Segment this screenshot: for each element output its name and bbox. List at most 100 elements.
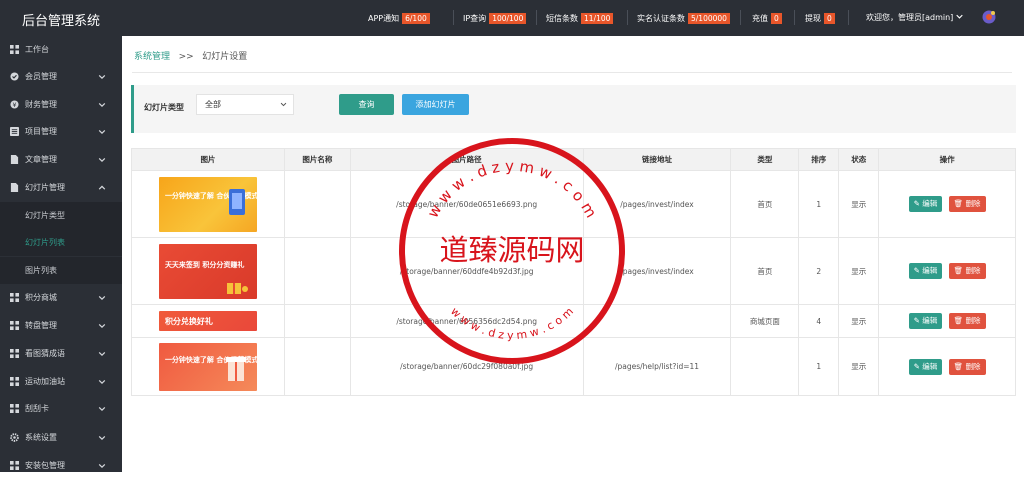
delete-button[interactable]: 🗑 删除 <box>948 358 986 375</box>
sidebar-item-finance[interactable]: ¥ 财务管理 <box>0 91 122 118</box>
chevron-down-icon <box>98 351 106 356</box>
edit-button[interactable]: ✎ 编辑 <box>908 263 943 279</box>
status-cell: 显示 <box>838 170 880 238</box>
type-cell: 商城页面 <box>730 304 800 338</box>
delete-button[interactable]: 🗑 删除 <box>948 313 986 329</box>
grid-icon <box>10 293 19 302</box>
table-row: 积分兑换好礼 /storage/banner/6056356dc2d54.png… <box>131 304 1016 338</box>
globe-icon[interactable] <box>981 9 997 25</box>
breadcrumb-current: 幻灯片设置 <box>202 52 248 62</box>
add-slide-button[interactable]: 添加幻灯片 <box>402 94 469 115</box>
stat-ip-query[interactable]: IP查询 100/100 <box>463 12 527 24</box>
stat-badge: 0 <box>824 12 835 24</box>
image-path-cell: /storage/banner/60de0651e6693.png <box>349 170 584 238</box>
divider <box>848 10 849 25</box>
stat-recharge[interactable]: 充值 0 <box>752 12 782 24</box>
stat-withdraw[interactable]: 提现 0 <box>805 12 835 24</box>
chevron-up-icon <box>98 185 106 190</box>
slide-type-select[interactable]: 全部 <box>196 94 294 115</box>
sidebar-item-projects[interactable]: 项目管理 <box>0 118 122 145</box>
column-header: 图片名称 <box>283 148 351 171</box>
divider <box>794 10 795 25</box>
actions-cell: ✎ 编辑 🗑 删除 <box>878 237 1016 305</box>
stat-badge: 11/100 <box>581 12 614 24</box>
sidebar-item-articles[interactable]: 文章管理 <box>0 146 122 173</box>
banner-thumbnail[interactable]: 一分钟快速了解 合伙经营模式 <box>158 176 257 232</box>
divider <box>453 10 454 25</box>
stat-sms[interactable]: 短信条数 11/100 <box>546 12 614 24</box>
sidebar-item-idiom-game[interactable]: 看图猜成语 <box>0 340 122 367</box>
image-path-cell: /storage/banner/60ddfe4b92d3f.jpg <box>349 237 584 305</box>
chevron-down-icon <box>98 74 106 79</box>
sidebar-item-sports-station[interactable]: 运动加油站 <box>0 368 122 395</box>
delete-button[interactable]: 🗑 删除 <box>948 263 986 279</box>
banner-thumbnail[interactable]: 积分兑换好礼 <box>158 311 257 331</box>
image-name-cell <box>283 237 351 305</box>
user-menu[interactable]: 欢迎您，管理员[admin] <box>866 12 963 23</box>
dashboard-icon <box>10 45 19 54</box>
actions-cell: ✎ 编辑 🗑 删除 <box>878 304 1016 338</box>
sidebar-item-settings[interactable]: 系统设置 <box>0 424 122 451</box>
sidebar-item-wheel[interactable]: 转盘管理 <box>0 312 122 339</box>
type-cell: 首页 <box>730 170 800 238</box>
stat-realname[interactable]: 实名认证条数 5/100000 <box>637 12 730 24</box>
image-name-cell <box>283 337 351 396</box>
edit-button[interactable]: ✎ 编辑 <box>908 358 943 375</box>
gift-illustration <box>226 282 248 294</box>
sidebar-subitem-image-list[interactable]: 图片列表 <box>0 257 122 284</box>
table-header-row: 图片 图片名称 图片路径 链接地址 类型 排序 状态 操作 <box>131 148 1016 171</box>
gift-illustration <box>225 356 246 381</box>
breadcrumb-parent[interactable]: 系统管理 <box>134 52 170 62</box>
chevron-down-icon <box>98 435 106 440</box>
sidebar-item-dashboard[interactable]: 工作台 <box>0 36 122 63</box>
column-header: 链接地址 <box>582 148 732 171</box>
file-icon <box>10 155 19 164</box>
main-content: 系统管理 >> 幻灯片设置 幻灯片类型 全部 查询 添加幻灯片 图片 图片名称 … <box>122 36 1024 472</box>
image-name-cell <box>283 170 351 238</box>
status-cell: 显示 <box>838 237 880 305</box>
banner-thumbnail[interactable]: 一分钟快速了解 合伙经营模式 <box>158 342 257 391</box>
divider <box>132 72 1012 73</box>
column-header: 状态 <box>838 148 880 171</box>
stat-badge: 0 <box>771 12 782 24</box>
table-row: 一分钟快速了解 合伙经营模式 /storage/banner/60dc29f08… <box>131 337 1016 396</box>
grid-icon <box>10 377 19 386</box>
query-button[interactable]: 查询 <box>339 94 394 115</box>
grid-icon <box>10 349 19 358</box>
sidebar-item-points-mall[interactable]: 积分商城 <box>0 284 122 311</box>
edit-button[interactable]: ✎ 编辑 <box>908 196 943 212</box>
status-cell: 显示 <box>838 337 880 396</box>
top-bar: 后台管理系统 APP通知 6/100 IP查询 100/100 短信条数 11/100… <box>0 0 1024 36</box>
sidebar-item-members[interactable]: 会员管理 <box>0 63 122 90</box>
user-check-icon <box>10 72 19 81</box>
sidebar-item-scratch-card[interactable]: 刮刮卡 <box>0 395 122 422</box>
banner-thumbnail[interactable]: 天天来签到 积分分资赚礼 <box>158 243 257 299</box>
sidebar-subitem-slide-types[interactable]: 幻灯片类型 <box>0 202 122 229</box>
svg-text:¥: ¥ <box>12 102 16 109</box>
sidebar-item-packages[interactable]: 安装包管理 <box>0 452 122 479</box>
list-icon <box>10 127 19 136</box>
column-header: 操作 <box>878 148 1016 171</box>
chevron-down-icon <box>98 379 106 384</box>
breadcrumb: 系统管理 >> 幻灯片设置 <box>134 49 247 62</box>
sidebar-subitem-slide-list[interactable]: 幻灯片列表 <box>0 229 122 256</box>
grid-icon <box>10 321 19 330</box>
gear-icon <box>10 433 19 442</box>
delete-button[interactable]: 🗑 删除 <box>948 196 986 212</box>
actions-cell: ✎ 编辑 🗑 删除 <box>878 337 1016 396</box>
app-title: 后台管理系统 <box>22 14 101 29</box>
stat-app-notify[interactable]: APP通知 6/100 <box>368 12 430 24</box>
link-cell: /pages/invest/index <box>582 170 732 238</box>
stat-badge: 6/100 <box>402 12 430 24</box>
divider <box>536 10 537 25</box>
sidebar-item-slides[interactable]: 幻灯片管理 <box>0 174 122 201</box>
chevron-down-icon <box>98 323 106 328</box>
edit-button[interactable]: ✎ 编辑 <box>908 313 943 329</box>
column-header: 类型 <box>730 148 800 171</box>
sort-cell: 2 <box>798 237 840 305</box>
sidebar: 工作台 会员管理 ¥ 财务管理 项目管理 文章管理 幻灯片管理 幻灯片类型 幻灯… <box>0 36 122 472</box>
stat-badge: 5/100000 <box>688 12 730 24</box>
column-header: 图片路径 <box>349 148 584 171</box>
table-row: 天天来签到 积分分资赚礼 /storage/banner/60ddfe4b92d… <box>131 237 1016 305</box>
image-name-cell <box>283 304 351 338</box>
